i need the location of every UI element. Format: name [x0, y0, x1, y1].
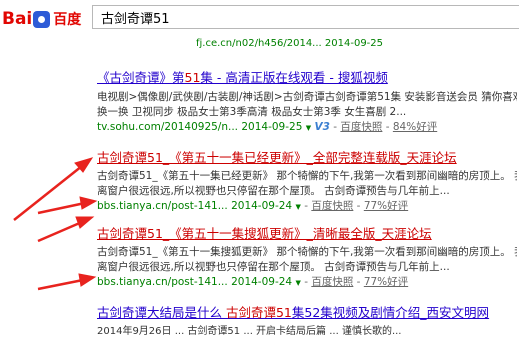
annotation-arrows: [13, 157, 98, 291]
annotation-arrow-icon: [37, 196, 98, 215]
annotation-arrow-icon: [37, 273, 97, 291]
annotation-arrow-icon: [37, 216, 95, 243]
